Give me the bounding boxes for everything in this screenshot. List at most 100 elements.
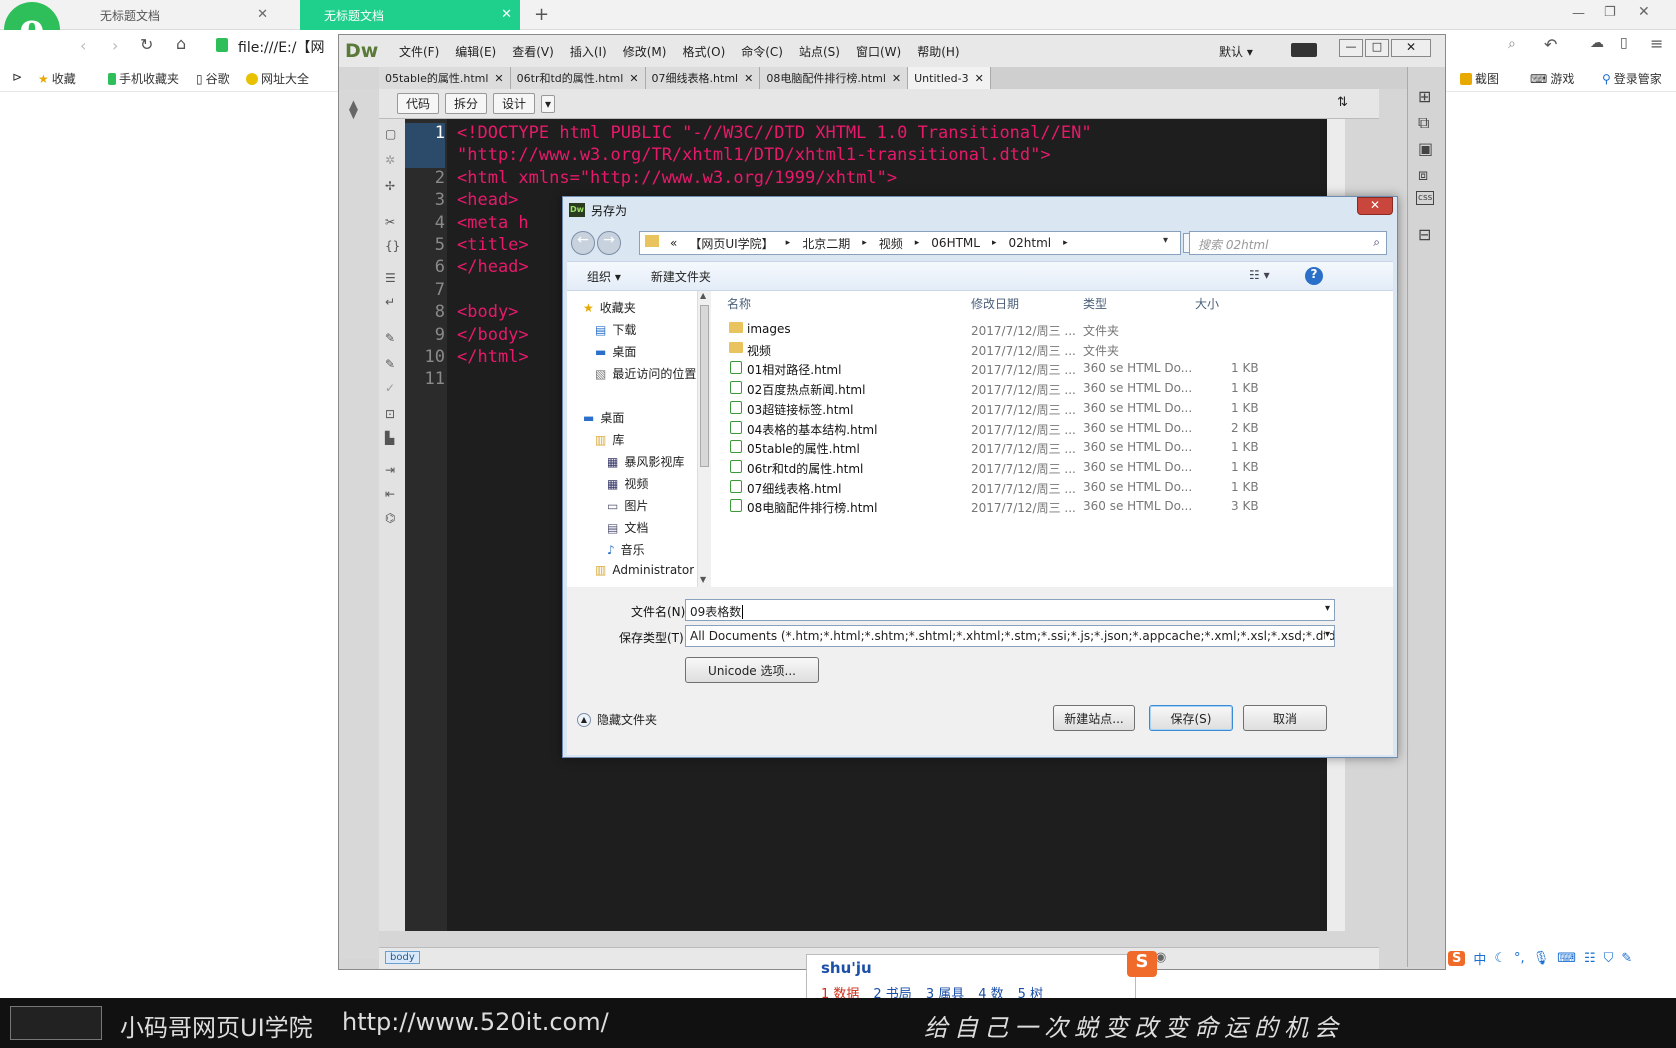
chevron-right-icon[interactable]: ▸: [862, 238, 867, 248]
column-date[interactable]: 修改日期: [971, 295, 1019, 312]
nav-admin[interactable]: ▥ Administrator: [595, 563, 694, 577]
file-row[interactable]: 06tr和td的属性.html 2017/7/12/周三 ... 360 se HT…: [711, 457, 1391, 477]
filetype-select[interactable]: All Documents (*.htm;*.html;*.shtm;*.sht…: [685, 625, 1335, 647]
snippets-icon[interactable]: ⧈: [1418, 165, 1428, 185]
punctuation-icon[interactable]: °,: [1514, 951, 1525, 966]
phone-icon[interactable]: ▯: [1620, 35, 1628, 51]
shirt-icon[interactable]: ⛉: [1604, 951, 1614, 966]
new-site-button[interactable]: 新建站点...: [1053, 705, 1135, 731]
css-icon[interactable]: css: [1416, 191, 1435, 205]
close-icon[interactable]: ✕: [494, 72, 503, 85]
search-icon[interactable]: ⌕: [1508, 36, 1516, 52]
outdent-icon[interactable]: ⇤: [385, 487, 395, 501]
document-tab[interactable]: Untitled-3 ✕: [908, 67, 991, 89]
menu-item[interactable]: 窗口(W): [856, 43, 901, 60]
breadcrumb-segment[interactable]: 【网页UI学院】: [689, 235, 773, 252]
tag-selector[interactable]: body: [385, 951, 420, 964]
design-view-button[interactable]: 设计: [493, 93, 536, 114]
breadcrumb-segment[interactable]: 北京二期: [802, 235, 850, 252]
code-line[interactable]: "http://www.w3.org/TR/xhtml1/DTD/xhtml1-…: [457, 145, 1051, 165]
fav-item[interactable]: ⌨ 游戏: [1530, 70, 1574, 87]
nav-favorites[interactable]: ★ 收藏夹: [583, 299, 636, 316]
menu-item[interactable]: 查看(V): [512, 43, 554, 60]
document-tab[interactable]: 08电脑配件排行榜.html ✕: [760, 67, 909, 89]
close-icon[interactable]: ✕: [975, 72, 984, 85]
fav-item[interactable]: 手机收藏夹: [108, 70, 179, 87]
assets-icon[interactable]: ⧉: [1418, 113, 1429, 133]
fav-item[interactable]: 网址大全: [246, 70, 309, 87]
file-row[interactable]: images 2017/7/12/周三 ... 文件夹: [711, 319, 1391, 339]
code-line[interactable]: <body>: [457, 302, 518, 322]
nav-library-item[interactable]: ▤ 文档: [607, 519, 648, 536]
file-row[interactable]: 04表格的基本结构.html 2017/7/12/周三 ... 360 se HTM…: [711, 418, 1391, 438]
view-dropdown-icon[interactable]: ▾: [541, 94, 556, 113]
fav-item[interactable]: ▯ 谷歌: [196, 70, 230, 87]
organize-button[interactable]: 组织 ▾: [587, 268, 621, 285]
mic-icon[interactable]: 🎙: [1533, 951, 1550, 966]
chevron-down-icon[interactable]: ▾: [1324, 629, 1330, 640]
layers-icon[interactable]: ⧫: [349, 99, 358, 120]
nav-library[interactable]: ▥ 库: [595, 431, 624, 448]
path-dropdown-icon[interactable]: ▾: [1163, 235, 1168, 246]
keyboard-icon[interactable]: ⌨: [1557, 951, 1576, 966]
skin-icon[interactable]: ☷: [1584, 951, 1596, 966]
column-type[interactable]: 类型: [1083, 295, 1107, 312]
cancel-button[interactable]: 取消: [1243, 705, 1327, 731]
uncomment-icon[interactable]: ✎: [385, 357, 395, 371]
new-tab-icon[interactable]: +: [534, 4, 549, 25]
menu-item[interactable]: 编辑(E): [455, 43, 496, 60]
menu-icon[interactable]: ≡: [1650, 34, 1663, 53]
select-icon[interactable]: ✂: [385, 215, 395, 229]
chevron-right-icon[interactable]: ▸: [915, 238, 920, 248]
file-row[interactable]: 02百度热点新闻.html 2017/7/12/周三 ... 360 se HTML…: [711, 378, 1391, 398]
new-folder-button[interactable]: 新建文件夹: [651, 268, 711, 285]
brace-icon[interactable]: {}: [385, 239, 400, 253]
snippet-icon[interactable]: ⊡: [385, 407, 395, 421]
chart-icon[interactable]: ▙: [385, 431, 394, 445]
code-view-button[interactable]: 代码: [397, 93, 440, 114]
document-tab[interactable]: 05table的属性.html ✕: [379, 67, 511, 89]
sitemap-icon[interactable]: ⊞: [1418, 87, 1431, 106]
toolbox-icon[interactable]: ▣: [1418, 139, 1433, 158]
settings-icon[interactable]: ✎: [1621, 951, 1632, 966]
breadcrumb-segment[interactable]: 06HTML: [931, 236, 980, 250]
code-line[interactable]: </html>: [457, 347, 529, 367]
code-line[interactable]: <head>: [457, 190, 518, 210]
unicode-options-button[interactable]: Unicode 选项...: [685, 657, 819, 683]
comment-icon[interactable]: ✎: [385, 331, 395, 345]
close-icon[interactable]: ✕: [629, 72, 638, 85]
close-icon[interactable]: ✕: [892, 72, 901, 85]
chevron-right-icon[interactable]: ▸: [786, 238, 791, 248]
nav-library-item[interactable]: ▭ 图片: [607, 497, 648, 514]
dialog-close-button[interactable]: ✕: [1357, 197, 1393, 215]
tree-icon[interactable]: ⊟: [1418, 225, 1431, 244]
file-row[interactable]: 07细线表格.html 2017/7/12/周三 ... 360 se HTML D…: [711, 477, 1391, 497]
code-line[interactable]: </body>: [457, 325, 529, 345]
column-name[interactable]: 名称: [727, 295, 751, 312]
maximize-icon[interactable]: □: [1365, 39, 1389, 57]
browser-tab-2[interactable]: 无标题文档 ✕: [300, 0, 520, 30]
sogou-icon[interactable]: S: [1448, 950, 1466, 966]
menu-item[interactable]: 帮助(H): [917, 43, 959, 60]
fav-item[interactable]: 截图: [1460, 70, 1499, 87]
code-line[interactable]: <html xmlns="http://www.w3.org/1999/xhtm…: [457, 168, 897, 188]
nav-downloads[interactable]: ▤ 下载: [595, 321, 636, 338]
restore-icon[interactable]: ❐: [1604, 5, 1616, 20]
back-icon[interactable]: ←: [571, 231, 595, 255]
breadcrumb-segment[interactable]: «: [670, 236, 677, 250]
filename-field[interactable]: 09表格数 ▾: [685, 599, 1335, 621]
help-icon[interactable]: ?: [1305, 267, 1323, 285]
code-line[interactable]: <!DOCTYPE html PUBLIC "-//W3C//DTD XHTML…: [457, 123, 1092, 143]
nav-desktop-root[interactable]: ▬ 桌面: [583, 409, 624, 426]
wrap-icon[interactable]: ↵: [385, 295, 395, 309]
breadcrumb[interactable]: « 【网页UI学院】 ▸ 北京二期 ▸ 视频 ▸ 06HTML ▸ 02html ▸: [639, 231, 1181, 255]
brush-icon[interactable]: ✓: [385, 381, 395, 395]
code-line[interactable]: <meta h: [457, 213, 529, 233]
browser-tab-1[interactable]: 无标题文档 ✕: [76, 0, 276, 30]
menu-item[interactable]: 文件(F): [399, 43, 439, 60]
nav-recent[interactable]: ▧ 最近访问的位置: [595, 365, 696, 382]
nav-library-item[interactable]: ▦ 视频: [607, 475, 648, 492]
close-icon[interactable]: ✕: [744, 72, 753, 85]
nav-scrollbar[interactable]: ▲ ▼: [697, 291, 711, 587]
nav-library-item[interactable]: ▦ 暴风影视库: [607, 453, 684, 470]
